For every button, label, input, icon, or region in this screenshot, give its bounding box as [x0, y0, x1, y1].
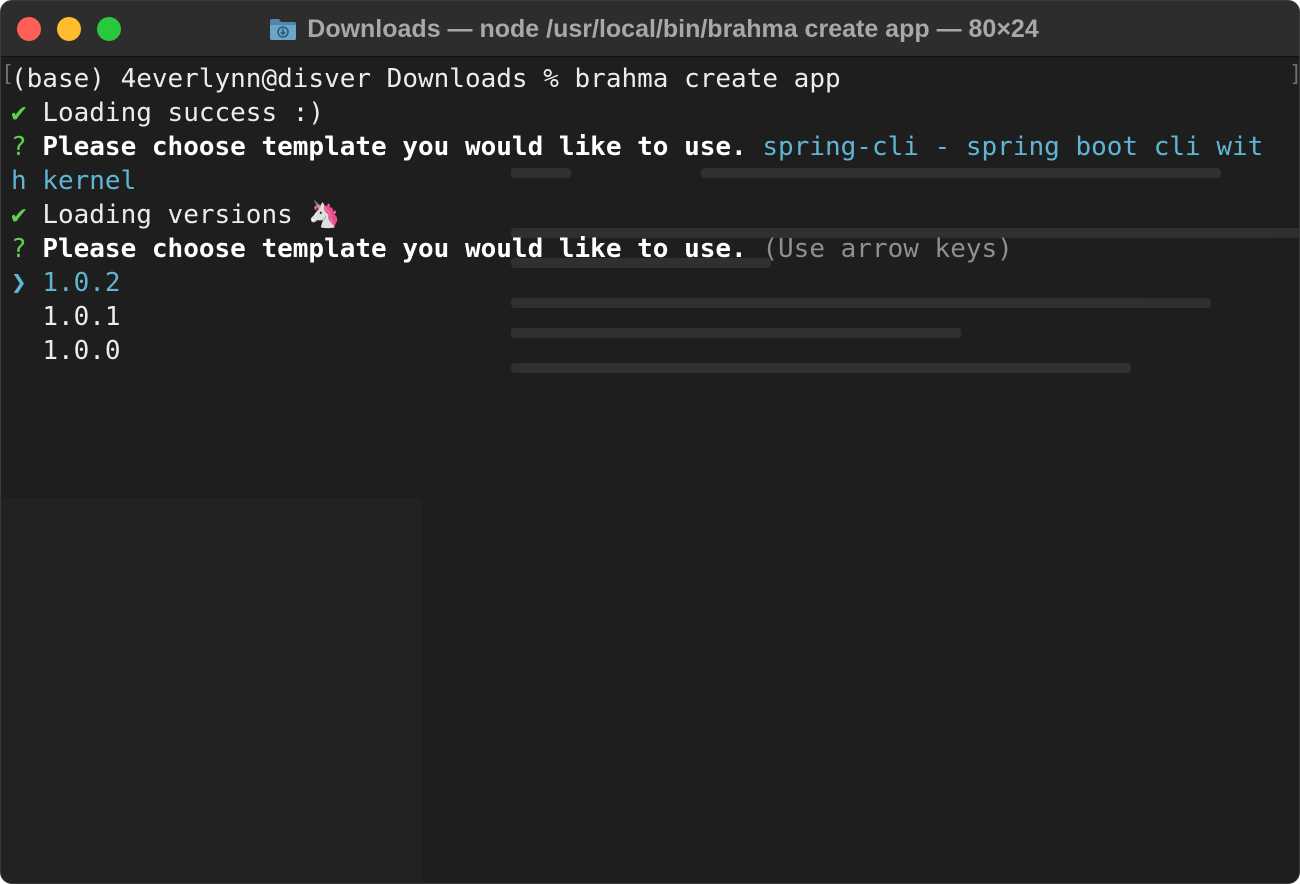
question-2-text: Please choose template you would like to…	[42, 234, 747, 264]
question-1-text: Please choose template you would like to…	[42, 132, 747, 162]
question-icon: ?	[11, 132, 27, 162]
version-option-selected[interactable]: ❯ 1.0.2	[11, 266, 121, 300]
window-title: Downloads — node /usr/local/bin/brahma c…	[307, 14, 1039, 43]
version-option-label: 1.0.0	[42, 336, 121, 366]
pointer-icon: ❯	[11, 268, 27, 298]
version-option[interactable]: 1.0.0	[11, 334, 121, 368]
answer-1-wrap-text: h kernel	[11, 166, 137, 196]
version-option-label: 1.0.1	[42, 302, 121, 332]
version-option[interactable]: 1.0.1	[11, 300, 121, 334]
question-1-line: ? Please choose template you would like …	[11, 130, 1263, 164]
background-panel	[1, 498, 421, 883]
loading-versions-line: ✔ Loading versions 🦄	[11, 198, 341, 232]
title-bar[interactable]: Downloads — node /usr/local/bin/brahma c…	[1, 1, 1299, 57]
check-icon: ✔	[11, 200, 27, 230]
prompt-text: (base) 4everlynn@disver Downloads % brah…	[11, 64, 841, 94]
version-option-label: 1.0.2	[42, 268, 121, 298]
downloads-folder-icon	[270, 19, 297, 40]
loading-success-line: ✔ Loading success :)	[11, 96, 324, 130]
title-container: Downloads — node /usr/local/bin/brahma c…	[1, 1, 1299, 57]
background-reflection	[491, 128, 1299, 448]
arrow-keys-hint: (Use arrow keys)	[762, 234, 1013, 264]
answer-1-text: spring-cli - spring boot cli wit	[762, 132, 1264, 162]
answer-1-wrap-line: h kernel	[11, 164, 136, 198]
loading-versions-text: Loading versions 🦄	[42, 200, 341, 230]
question-2-line: ? Please choose template you would like …	[11, 232, 1013, 266]
selection-bracket-right: ]	[1289, 62, 1299, 87]
terminal-window: Downloads — node /usr/local/bin/brahma c…	[0, 0, 1300, 884]
terminal-output-area[interactable]: [ ] (base) 4everlynn@disver Downloads % …	[1, 58, 1299, 883]
command-prompt-line: (base) 4everlynn@disver Downloads % brah…	[11, 62, 841, 96]
check-icon: ✔	[11, 98, 27, 128]
question-icon: ?	[11, 234, 27, 264]
loading-success-text: Loading success :)	[42, 98, 325, 128]
